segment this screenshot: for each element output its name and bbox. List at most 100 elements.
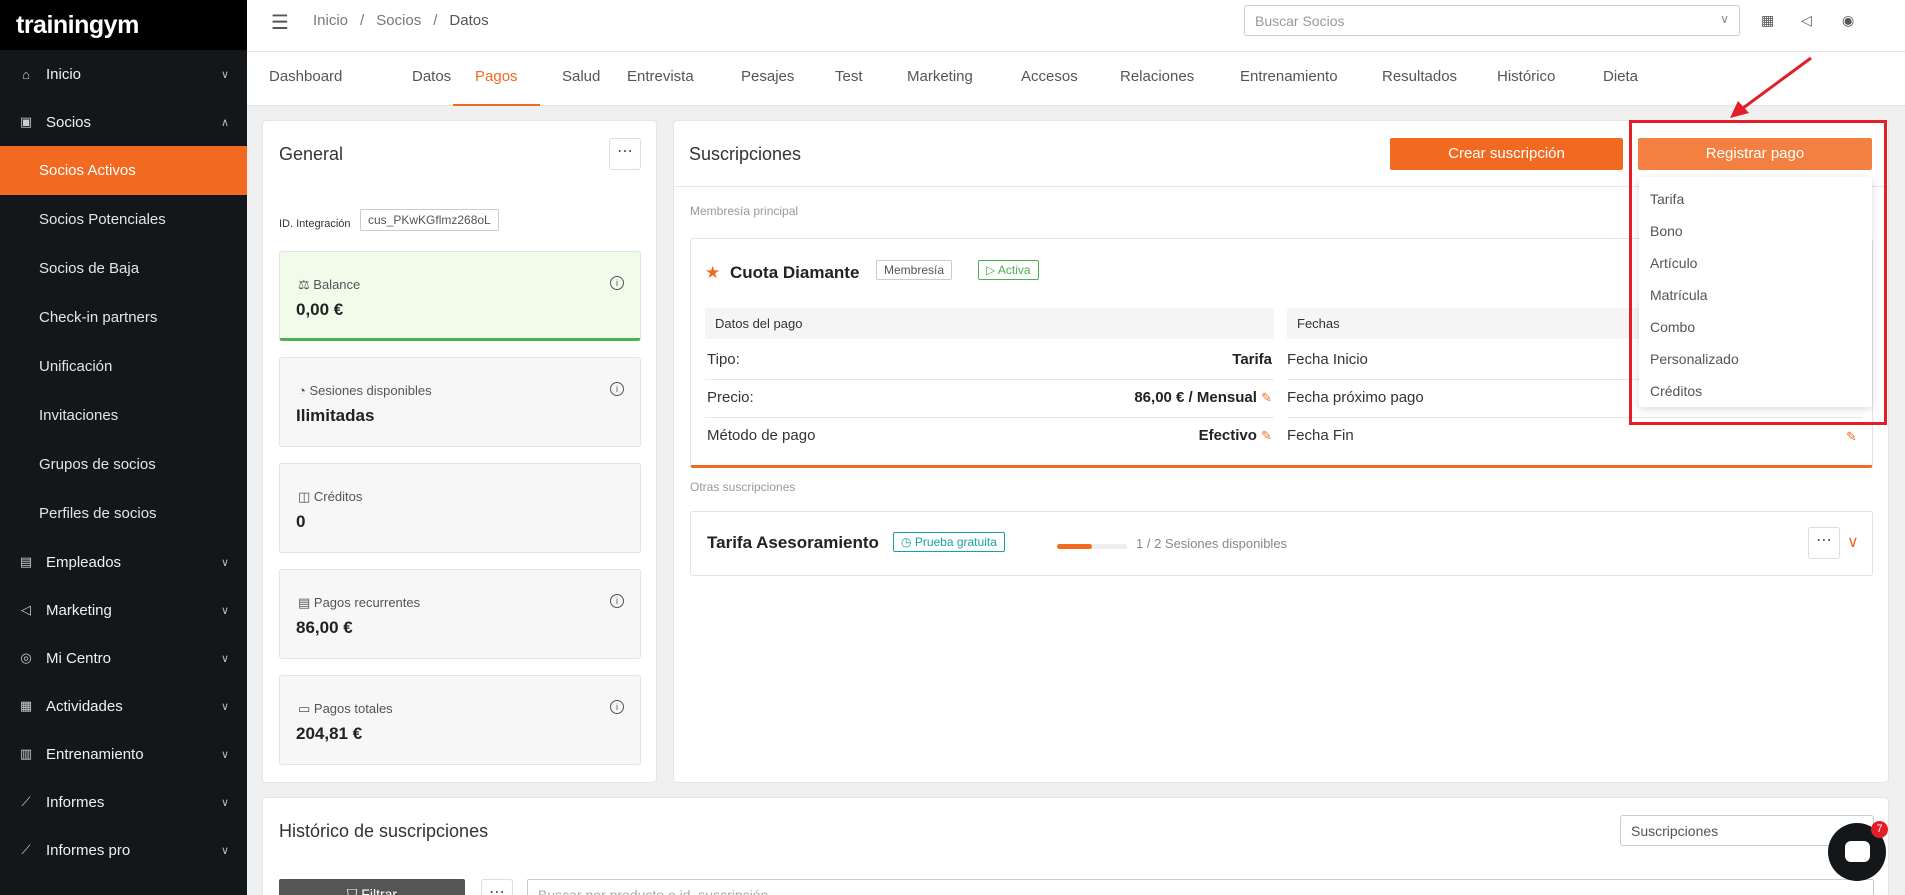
tab-pagos[interactable]: Pagos: [453, 52, 540, 106]
tab-accesos[interactable]: Accesos: [999, 52, 1100, 106]
sidebar-item-socios[interactable]: ▣ Socios ∧: [0, 98, 247, 146]
breadcrumb-socios[interactable]: Socios: [376, 12, 421, 29]
sidebar-item-actividades[interactable]: ▦ Actividades ∨: [0, 682, 247, 730]
calendar-icon[interactable]: ▦: [1761, 12, 1774, 29]
membership-type-tag: Membresía: [876, 260, 953, 280]
sidebar-subitem-socios-potenciales[interactable]: Socios Potenciales: [0, 195, 247, 244]
annotation-arrow-head: [1730, 101, 1749, 118]
integration-value[interactable]: cus_PKwKGflmz268oL: [360, 209, 499, 231]
status-badge: ▷ Activa: [978, 260, 1039, 280]
sidebar-item-mi-centro[interactable]: ◎ Mi Centro ∨: [0, 634, 247, 682]
edit-icon[interactable]: ✎: [1261, 390, 1272, 405]
chevron-down-icon[interactable]: ∨: [1847, 532, 1859, 552]
info-icon[interactable]: i: [610, 700, 624, 714]
row-divider: [705, 417, 1274, 418]
chart-icon: ⟋: [21, 794, 31, 809]
clock-icon: ◷: [901, 535, 915, 549]
sidebar-item-entrenamiento[interactable]: ▥ Entrenamiento ∨: [0, 730, 247, 778]
tab-relaciones[interactable]: Relaciones: [1098, 52, 1216, 106]
tab-marketing[interactable]: Marketing: [885, 52, 995, 106]
location-icon: ◎: [20, 650, 32, 665]
other-subscription-name: Tarifa Asesoramiento: [707, 533, 879, 552]
sidebar-subitem-perfiles-de-socios[interactable]: Perfiles de socios: [0, 489, 247, 538]
fecha-proximo-label: Fecha próximo pago: [1287, 389, 1424, 406]
sidebar-item-informes-pro[interactable]: ⟋ Informes pro ∨: [0, 826, 247, 874]
sidebar-subitem-check-in-partners[interactable]: Check-in partners: [0, 293, 247, 342]
metodo-label: Método de pago: [707, 427, 816, 444]
general-card: General ⋯ ID. Integración cus_PKwKGflmz2…: [262, 120, 657, 783]
tab-pesajes[interactable]: Pesajes: [719, 52, 816, 106]
search-members-input[interactable]: Buscar Socios ∨: [1244, 5, 1740, 36]
total-payments-stat: ▭ Pagos totales 204,81 € i: [279, 675, 641, 765]
sidebar-subitem-unificacion[interactable]: Unificación: [0, 342, 247, 391]
sidebar-item-empleados[interactable]: ▤ Empleados ∨: [0, 538, 247, 586]
other-subscription-row: Tarifa Asesoramiento ◷ Prueba gratuita 1…: [690, 511, 1873, 576]
menu-toggle-icon[interactable]: ☰: [271, 10, 289, 35]
tab-historico[interactable]: Histórico: [1475, 52, 1577, 106]
tab-entrevista[interactable]: Entrevista: [605, 52, 716, 106]
payment-data-header: Datos del pago: [705, 308, 1274, 339]
subscriptions-title: Suscripciones: [689, 144, 802, 164]
sidebar-subitem-invitaciones[interactable]: Invitaciones: [0, 391, 247, 440]
precio-value: 86,00 € / Mensual ✎: [991, 389, 1272, 406]
wallet-icon: ◫: [298, 489, 314, 504]
create-subscription-button[interactable]: Crear suscripción: [1390, 138, 1623, 170]
fecha-inicio-label: Fecha Inicio: [1287, 351, 1368, 368]
chat-icon: [1845, 841, 1870, 862]
trial-badge: ◷ Prueba gratuita: [893, 532, 1005, 552]
sessions-label-text: Sesiones disponibles: [309, 383, 432, 398]
annotation-highlight-box: [1629, 120, 1887, 425]
sidebar-subitem-grupos-de-socios[interactable]: Grupos de socios: [0, 440, 247, 489]
tab-dieta[interactable]: Dieta: [1581, 52, 1660, 106]
topbar: ☰ Inicio / Socios / Datos Buscar Socios …: [247, 0, 1905, 52]
tab-dashboard[interactable]: Dashboard: [247, 52, 364, 106]
credits-label-text: Créditos: [313, 489, 363, 504]
metodo-value: Efectivo ✎: [991, 427, 1272, 444]
sidebar-item-inicio[interactable]: ⌂ Inicio ∨: [0, 50, 247, 98]
chat-button[interactable]: 7: [1828, 821, 1888, 881]
logo-text: trainingym: [16, 10, 139, 39]
star-icon: ★: [705, 263, 721, 282]
chevron-down-icon: ∨: [220, 652, 229, 665]
logo[interactable]: trainingym: [0, 0, 247, 50]
sidebar-item-informes[interactable]: ⟋ Informes ∨: [0, 778, 247, 826]
sidebar-item-label: Informes: [46, 793, 105, 811]
balance-label: ⚖ Balance: [298, 277, 360, 293]
filter-button[interactable]: ⛉ Filtrar: [279, 879, 465, 895]
total-label-text: Pagos totales: [313, 701, 393, 716]
history-more-button[interactable]: ⋯: [481, 879, 513, 895]
info-icon[interactable]: i: [610, 276, 624, 290]
info-icon[interactable]: i: [610, 594, 624, 608]
edit-icon[interactable]: ✎: [1261, 428, 1272, 443]
chart-icon: ⟋: [21, 842, 31, 857]
sidebar-item-marketing[interactable]: ◁ Marketing ∨: [0, 586, 247, 634]
camera-icon[interactable]: ◉: [1842, 12, 1854, 29]
sidebar-item-label: Informes pro: [46, 841, 131, 859]
precio-label: Precio:: [707, 389, 754, 406]
chat-badge: 7: [1871, 821, 1888, 838]
sidebar-subitem-socios-activos[interactable]: Socios Activos: [0, 146, 247, 195]
tipo-value: Tarifa: [1232, 351, 1272, 368]
row-divider: [705, 379, 1274, 380]
sessions-progress-bar: [1057, 544, 1127, 549]
other-subscription-more-button[interactable]: ⋯: [1808, 527, 1840, 559]
megaphone-icon[interactable]: ◁: [1801, 12, 1812, 29]
info-icon[interactable]: i: [610, 382, 624, 396]
employee-icon: ▤: [19, 554, 33, 569]
chevron-down-icon: ∨: [220, 844, 229, 857]
tipo-label: Tipo:: [707, 351, 740, 368]
tab-test[interactable]: Test: [813, 52, 885, 106]
tab-entrenamiento[interactable]: Entrenamiento: [1218, 52, 1360, 106]
sidebar-subitem-socios-de-baja[interactable]: Socios de Baja: [0, 244, 247, 293]
edit-icon[interactable]: ✎: [1846, 429, 1857, 445]
other-subscriptions-label: Otras suscripciones: [690, 480, 796, 494]
breadcrumb-inicio[interactable]: Inicio: [313, 12, 348, 29]
sidebar-item-label: Mi Centro: [46, 649, 112, 667]
history-search-input[interactable]: Buscar por producto o id. suscripción: [527, 879, 1874, 895]
calendar-icon: ▦: [19, 698, 33, 713]
general-more-button[interactable]: ⋯: [609, 138, 641, 170]
precio-value-text: 86,00 € / Mensual: [1134, 389, 1257, 406]
tab-resultados[interactable]: Resultados: [1360, 52, 1479, 106]
general-title: General: [279, 144, 344, 164]
main-membership-label: Membresía principal: [690, 204, 799, 218]
